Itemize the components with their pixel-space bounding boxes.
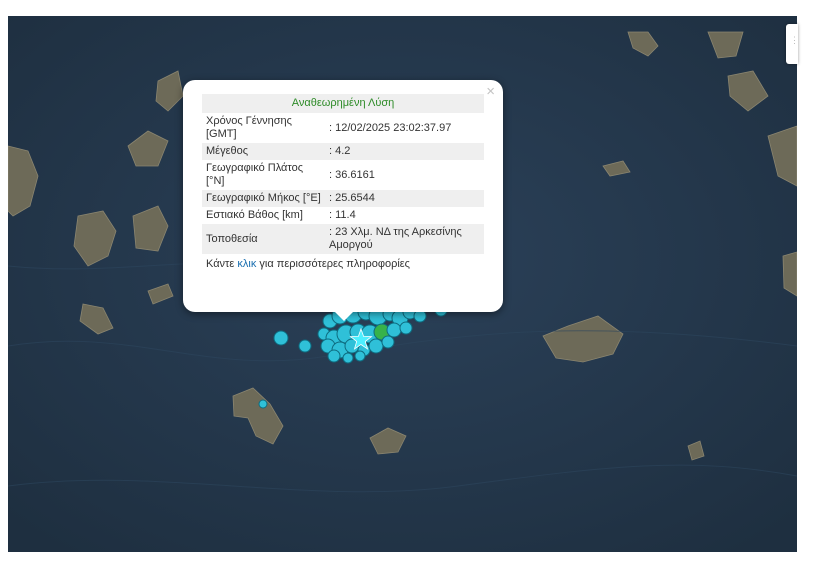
close-icon[interactable]: × [486,84,495,99]
earthquake-marker[interactable] [342,352,354,364]
event-details-table: Αναθεωρημένη Λύση Χρόνος Γέννησης [GMT] … [202,94,484,273]
magnitude-label: Μέγεθος [202,143,325,160]
longitude-value: : 25.6544 [325,190,484,207]
latitude-value: : 36.6161 [329,168,375,181]
more-info-prefix: Κάντε [206,258,238,270]
depth-label: Εστιακό Βάθος [km] [206,209,303,221]
earthquake-marker[interactable] [386,322,402,338]
earthquake-marker[interactable] [298,339,312,353]
more-info-suffix: για περισσότερες πληροφορίες [256,258,410,270]
earthquake-marker[interactable] [327,349,341,363]
more-info-text: Κάντε κλικ για περισσότερες πληροφορίες [202,254,484,273]
earthquake-marker[interactable] [399,321,413,335]
magnitude-value: : 4.2 [325,143,484,160]
latitude-label: Γεωγραφικό Πλάτος [°N] [206,162,304,187]
more-info-link[interactable]: κλικ [237,258,256,270]
earthquake-marker[interactable] [273,330,289,346]
popup-pointer [333,310,355,321]
location-value: : 23 Χλμ. ΝΔ της Αρκεσίνης Αμοργού [325,224,484,254]
location-label: Τοποθεσία [202,224,325,254]
origin-time-value: : 12/02/2025 23:02:37.97 [329,121,452,134]
earthquake-marker[interactable] [381,335,395,349]
depth-value: : 11.4 [329,209,356,221]
longitude-label: Γεωγραφικό Μήκος [°E] [202,190,325,207]
earthquake-marker[interactable] [354,350,366,362]
earthquake-marker[interactable] [368,338,384,354]
earthquake-marker[interactable] [258,399,268,409]
earthquake-info-popup: × Αναθεωρημένη Λύση Χρόνος Γέννησης [GMT… [183,80,503,312]
origin-time-label: Χρόνος Γέννησης [GMT] [206,115,292,140]
popup-title: Αναθεωρημένη Λύση [202,94,484,113]
map-control-handle[interactable]: ⋮ [786,24,799,64]
